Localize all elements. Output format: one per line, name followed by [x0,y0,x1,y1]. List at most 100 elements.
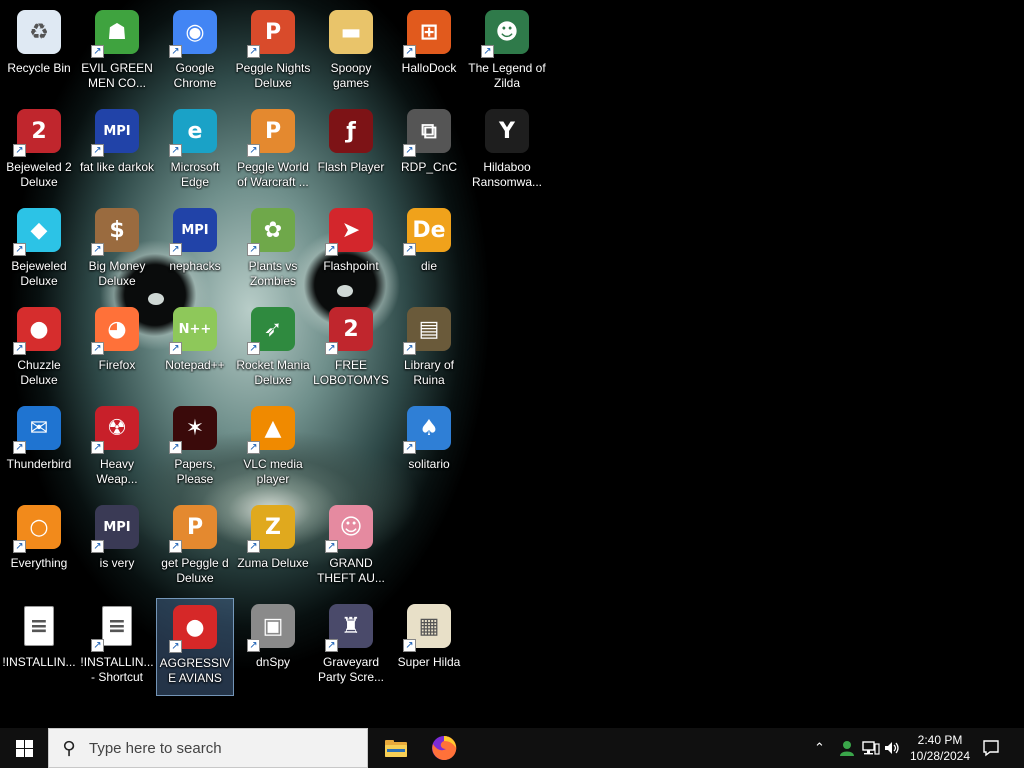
desktop-icon-heavy-weapon[interactable]: ☢ ↗ Heavy Weap... [78,400,156,498]
desktop-icon-google-chrome[interactable]: ◉ ↗ Google Chrome [156,4,234,102]
start-button[interactable] [0,728,48,768]
shortcut-arrow-icon: ↗ [247,45,260,58]
desktop-icon-installing-1[interactable]: ≡ !INSTALLIN... [0,598,78,696]
desktop-icon-flash-player[interactable]: ƒ Flash Player [312,103,390,201]
radiation-icon: ☢ ↗ [91,404,141,454]
shortcut-arrow-icon: ↗ [247,540,260,553]
desktop-icon-plants-vs-zombies[interactable]: ✿ ↗ Plants vs Zombies [234,202,312,300]
desktop-icon-notepad-pp[interactable]: N++ ↗ Notepad++ [156,301,234,399]
desktop-icon-bejeweled[interactable]: ◆ ↗ Bejeweled Deluxe [0,202,78,300]
desktop-icon-firefox[interactable]: ◕ ↗ Firefox [78,301,156,399]
bejeweled2-icon: 2 ↗ [325,305,375,355]
desktop-icon-label: Flash Player [317,160,385,174]
desktop-icon-recycle-bin[interactable]: ♻ Recycle Bin [0,4,78,102]
desktop-icon-rocket-mania[interactable]: ➶ ↗ Rocket Mania Deluxe [234,301,312,399]
windows-shield-icon: ⊞ ↗ [403,8,453,58]
desktop-icon-is-very[interactable]: MPI ↗ is very [78,499,156,597]
desktop-icon-free-lobotomys[interactable]: 2 ↗ FREE LOBOTOMYS [312,301,390,399]
shortcut-arrow-icon: ↗ [403,342,416,355]
desktop-icon-installing-shortcut[interactable]: ≡ ↗ !INSTALLIN... - Shortcut [78,598,156,696]
desktop-icon-peggle-world-warcraft[interactable]: P ↗ Peggle World of Warcraft ... [234,103,312,201]
taskbar-file-explorer-button[interactable] [372,728,420,768]
pixel-hero-icon: ☻ ↗ [481,8,531,58]
search-placeholder: Type here to search [89,739,222,757]
shortcut-arrow-icon: ↗ [13,342,26,355]
desktop-icon-hildaboo[interactable]: Y Hildaboo Ransomwa... [468,103,546,201]
shortcut-arrow-icon: ↗ [325,639,338,652]
desktop-icon-label: Recycle Bin [7,61,71,75]
show-hidden-icons-button[interactable]: ⌃ [814,728,825,768]
pixel-cat-icon: ▦ ↗ [403,602,453,652]
shortcut-arrow-icon: ↗ [169,243,182,256]
shortcut-arrow-icon: ↗ [13,243,26,256]
desktop-icon-nephacks[interactable]: MPI ↗ nephacks [156,202,234,300]
desktop-icon-library-of-ruina[interactable]: ▤ ↗ Library of Ruina [390,301,468,399]
desktop-icon-zuma[interactable]: Z ↗ Zuma Deluxe [234,499,312,597]
clock-date: 10/28/2024 [909,749,971,763]
desktop-icon-label: Bejeweled Deluxe [11,259,67,288]
desktop-icon-label: Chuzzle Deluxe [17,358,61,387]
desktop-icon-solitario[interactable]: ♠ ↗ solitario [390,400,468,498]
desktop-icon-rdp-cnc[interactable]: ⧉ ↗ RDP_CnC [390,103,468,201]
desktop-icon-super-hilda[interactable]: ▦ ↗ Super Hilda [390,598,468,696]
desktop-icon-label: Microsoft Edge [170,160,220,189]
desktop-icon-spoopy-games[interactable]: ▬ Spoopy games [312,4,390,102]
desktop[interactable]: ♻ Recycle Bin ☗ ↗ EVIL GREEN MEN CO... ◉ ↗ Goog… [0,0,1024,728]
search-icon: ⚲ [62,737,76,759]
desktop-icon-evil-green-men[interactable]: ☗ ↗ EVIL GREEN MEN CO... [78,4,156,102]
desktop-icon-gta[interactable]: ☺ ↗ GRAND THEFT AU... [312,499,390,597]
taskbar-search-box[interactable]: ⚲ Type here to search [48,728,368,768]
flash-icon: ƒ [327,107,375,155]
desktop-icon-big-money[interactable]: $ ↗ Big Money Deluxe [78,202,156,300]
desktop-icon-thunderbird[interactable]: ✉ ↗ Thunderbird [0,400,78,498]
desktop-icon-get-peggle[interactable]: P ↗ get Peggle d Deluxe [156,499,234,597]
desktop-icon-label: Spoopy games [330,61,372,90]
desktop-icon-fat-like-darkok[interactable]: MPI ↗ fat like darkok [78,103,156,201]
tray-volume[interactable] [884,728,900,768]
shortcut-arrow-icon: ↗ [91,243,104,256]
tray-network[interactable] [862,728,880,768]
desktop-icon-aggressive-avians[interactable]: ● ↗ AGGRESSIVE AVIANS [156,598,234,696]
desktop-icon-label: get Peggle d Deluxe [161,556,229,585]
desktop-icon-everything[interactable]: ○ ↗ Everything [0,499,78,597]
desktop-icon-label: Notepad++ [165,358,225,372]
desktop-icon-chuzzle[interactable]: ● ↗ Chuzzle Deluxe [0,301,78,399]
desktop-icon-label: dnSpy [255,655,291,669]
desktop-icon-label: Big Money Deluxe [88,259,146,288]
desktop-icon-peggle-nights[interactable]: P ↗ Peggle Nights Deluxe [234,4,312,102]
user-status-icon [840,741,854,756]
shortcut-arrow-icon: ↗ [169,441,182,454]
desktop-icon-vlc[interactable]: ▲ ↗ VLC media player [234,400,312,498]
shortcut-arrow-icon: ↗ [91,639,104,652]
desktop-icon-label: solitario [408,457,450,471]
zuma-icon: Z ↗ [247,503,297,553]
shortcut-arrow-icon: ↗ [91,441,104,454]
shortcut-arrow-icon: ↗ [325,540,338,553]
desktop-icon-die[interactable]: De ↗ die [390,202,468,300]
desktop-icon-papers-please[interactable]: ✶ ↗ Papers, Please [156,400,234,498]
desktop-icon-dnspy[interactable]: ▣ ↗ dnSpy [234,598,312,696]
desktop-icon-graveyard-party[interactable]: ♜ ↗ Graveyard Party Scre... [312,598,390,696]
desktop-icon-legend-of-zilda[interactable]: ☻ ↗ The Legend of Zilda [468,4,546,102]
desktop-icon-label: nephacks [169,259,221,273]
desktop-icon-label: Zuma Deluxe [237,556,309,570]
shortcut-arrow-icon: ↗ [169,144,182,157]
desktop-icon-bejeweled-2[interactable]: 2 ↗ Bejeweled 2 Deluxe [0,103,78,201]
castle-icon: ♜ ↗ [325,602,375,652]
taskbar-firefox-button[interactable] [420,728,468,768]
action-center-button[interactable] [982,728,1000,768]
shortcut-arrow-icon: ↗ [247,639,260,652]
desktop-icon-label: Papers, Please [174,457,216,486]
desktop-icon-label: The Legend of Zilda [468,61,546,90]
desktop-icon-flashpoint[interactable]: ➤ ↗ Flashpoint [312,202,390,300]
desktop-icon-hallodock[interactable]: ⊞ ↗ HalloDock [390,4,468,102]
notification-icon [983,740,999,757]
taskbar-clock[interactable]: 2:40 PM 10/28/2024 [900,728,980,768]
thunderbird-icon: ✉ ↗ [13,404,63,454]
shortcut-arrow-icon: ↗ [325,243,338,256]
desktop-icon-microsoft-edge[interactable]: e ↗ Microsoft Edge [156,103,234,201]
shortcut-arrow-icon: ↗ [403,144,416,157]
chrome-icon: ◉ ↗ [169,8,219,58]
tray-user-status[interactable] [838,728,856,768]
desktop-icon-label: Heavy Weap... [96,457,138,486]
